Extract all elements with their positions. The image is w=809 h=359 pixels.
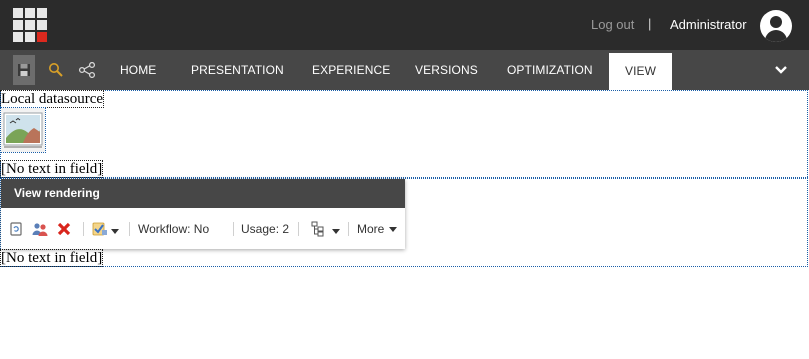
tab-versions[interactable]: VERSIONS: [415, 50, 478, 90]
tree-structure-icon: [311, 221, 324, 236]
replace-icon: [10, 221, 22, 236]
chevron-down-icon: [111, 228, 119, 234]
logout-link[interactable]: Log out: [591, 17, 634, 32]
rendering-chrome: View rendering Workflow: No Usage: 2 Mor…: [1, 179, 405, 249]
edit-dropdown-button[interactable]: [92, 208, 120, 249]
chevron-down-icon: [389, 226, 398, 232]
app-launcher-icon[interactable]: [13, 8, 47, 42]
search-button[interactable]: [45, 55, 67, 85]
close-icon: [57, 222, 71, 235]
separator: |: [648, 16, 652, 31]
navigation-tree-icon: [78, 62, 96, 78]
chevron-down-icon: [332, 228, 340, 234]
more-label: More: [357, 221, 385, 236]
avatar[interactable]: [760, 10, 792, 42]
rendering-region-top[interactable]: [0, 90, 808, 179]
tab-experience[interactable]: EXPERIENCE: [312, 50, 390, 90]
edit-checklist-icon: [92, 222, 107, 235]
tab-home[interactable]: HOME: [120, 50, 156, 90]
user-name: Administrator: [670, 17, 747, 32]
tab-optimization[interactable]: OPTIMIZATION: [507, 50, 593, 90]
datasource-label: Local datasource: [0, 90, 105, 108]
users-icon: [32, 222, 48, 236]
top-bar: Log out | Administrator: [0, 0, 809, 50]
image-placeholder-icon: [3, 112, 43, 148]
usage-count[interactable]: Usage: 2: [241, 208, 289, 249]
structure-dropdown-button[interactable]: [311, 208, 341, 249]
ribbon-nav: HOME PRESENTATION EXPERIENCE VERSIONS OP…: [0, 50, 809, 90]
empty-text-field[interactable]: [No text in field]: [0, 160, 104, 178]
navigation-tree-button[interactable]: [76, 55, 98, 85]
chrome-toolbar: Workflow: No Usage: 2 More: [1, 208, 405, 249]
tab-presentation[interactable]: PRESENTATION: [191, 50, 284, 90]
save-button[interactable]: [13, 55, 35, 85]
more-dropdown-button[interactable]: More: [357, 208, 398, 249]
chevron-down-icon[interactable]: [773, 62, 789, 78]
save-icon: [18, 64, 30, 76]
replace-rendering-button[interactable]: [9, 208, 23, 249]
image-field[interactable]: [0, 107, 46, 153]
workflow-status[interactable]: Workflow: No: [138, 208, 209, 249]
chrome-title: View rendering: [1, 179, 405, 208]
tab-view[interactable]: VIEW: [609, 53, 673, 90]
remove-rendering-button[interactable]: [57, 208, 71, 249]
empty-text-field[interactable]: [No text in field]: [0, 249, 104, 267]
personalize-button[interactable]: [32, 208, 48, 249]
search-icon: [49, 63, 63, 77]
